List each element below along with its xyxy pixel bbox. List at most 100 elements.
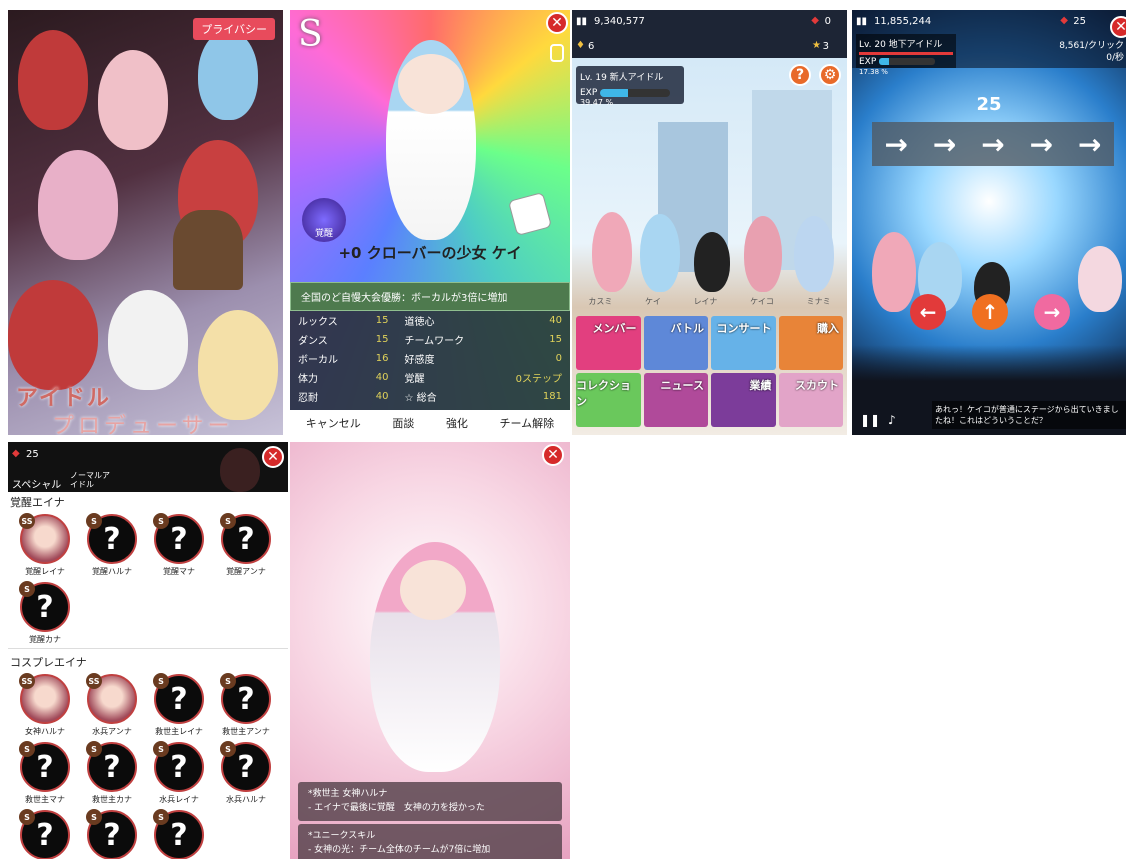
gem-icon: ◆ [1060,15,1068,26]
stat-value: 15 [375,315,389,326]
menu-tile[interactable]: 業績 [711,373,776,427]
interview-button[interactable]: 面談 [392,415,414,431]
stat-label: 忍耐 [298,393,318,404]
locked-icon: ? S [19,809,70,859]
awaken-orb[interactable]: 覚醒 [302,198,346,242]
idol-card-label: 覚醒レイナ [25,567,65,576]
idol-card[interactable]: ? S [16,809,74,859]
money-icon: ▮▮ [856,16,868,27]
stat-label: 道徳心 [404,317,435,328]
bell-icon[interactable]: ♪ [888,413,896,427]
top-bar: ▮▮ 11,855,244 ◆ 25 Lv. 20 地下アイドル EXP 17.… [852,10,1126,76]
idol-card[interactable]: ? S 水兵ハルナ [217,741,275,805]
lock-icon[interactable] [550,44,564,62]
menu-tile[interactable]: スカウト [778,373,843,427]
right-arrow-button[interactable]: → [1034,294,1070,330]
menu-tile-label: ニュース [660,379,704,392]
locked-icon: ? S [19,581,70,632]
rank-badge: S [86,741,102,757]
character-info-screen: ✕ *救世主 女神ハルナ - エイナで最後に覚醒 女神の力を授かった *ユニーク… [290,442,570,859]
character-art [794,216,834,292]
exp-value: 39.47 % [580,98,614,107]
member-name: カスミ [588,297,613,306]
idol-card[interactable]: ? S [83,809,141,859]
bonus-text: 全国のど自慢大会優勝：ボーカルが3倍に増加 [290,282,570,311]
rank-badge: SS [86,673,102,689]
trophy-count: 6 [588,41,595,52]
money-icon: ▮▮ [576,16,588,27]
combo-count: 25 [976,94,1002,115]
menu-tile[interactable]: ニュース [643,373,708,427]
idol-name: +0 クローバーの少女 ケイ [338,244,522,262]
menu-tile[interactable]: 購入 [778,316,843,370]
rank-badge: S [220,741,236,757]
idol-card[interactable]: ? S [150,809,208,859]
rank-badge: S [153,809,169,825]
idol-card-label: 救世主アンナ [222,727,270,736]
top-bar: ▮▮ 9,340,577 ◆ 0 ♦ 6 ★ 3 [572,10,847,58]
arrow-right-icon: → [932,127,957,161]
idol-card[interactable]: ? S 覚醒アンナ [217,513,275,577]
idol-card[interactable]: SS 覚醒レイナ [16,513,74,577]
idol-card-label: 覚醒ハルナ [92,567,132,576]
skill-info-box: *ユニークスキル - 女神の光：チーム全体のチームが7倍に増加 [298,824,562,859]
up-arrow-button[interactable]: ↑ [972,294,1008,330]
enhance-button[interactable]: 強化 [446,415,468,431]
menu-tile[interactable]: コレクション [576,373,641,427]
locked-icon: ? S [153,673,204,724]
menu-tile[interactable]: バトル [643,316,708,370]
character-art [872,232,916,312]
stat-row: 忍耐 40 ☆ 総合 181 [290,387,570,406]
menu-tile[interactable]: メンバー [576,316,641,370]
idol-card[interactable]: ? S 救世主マナ [16,741,74,805]
menu-tile[interactable]: コンサート [711,316,776,370]
close-icon[interactable]: ✕ [546,12,568,34]
idol-portrait: SS [19,513,70,564]
close-icon[interactable]: ✕ [542,444,564,466]
character-art [8,280,98,390]
stat-value: 15 [549,334,562,345]
idol-card[interactable]: SS 女神ハルナ [16,673,74,737]
character-art [18,30,88,130]
left-arrow-button[interactable]: ← [910,294,946,330]
money-value: 9,340,577 [594,16,645,27]
idol-card[interactable]: ? S 覚醒マナ [150,513,208,577]
idol-card[interactable]: SS 水兵アンナ [83,673,141,737]
tab-special[interactable]: スペシャル [12,476,61,491]
idol-card[interactable]: ? S 覚醒ハルナ [83,513,141,577]
stat-value: 0 [555,353,562,364]
stat-value: 15 [375,334,389,345]
member-names: カスミ ケイ レイナ ケイコ ミナミ [572,296,847,307]
close-icon[interactable]: ✕ [262,446,284,468]
menu-tile-label: バトル [670,322,704,335]
dice-icon[interactable] [507,191,553,237]
idol-card[interactable]: ? S 救世主カナ [83,741,141,805]
arrow-right-icon: → [884,127,908,161]
member-name: ミナミ [806,297,831,306]
pause-icon[interactable]: ❚❚ [860,413,880,427]
character-art [220,448,260,492]
team-remove-button[interactable]: チーム解除 [500,415,555,431]
idol-card-label: 救世主レイナ [155,727,203,736]
arrow-right-icon: → [981,127,1005,161]
help-icon[interactable]: ? [789,64,811,86]
privacy-button[interactable]: プライバシー [193,18,275,40]
logo-subtitle: プロデューサー [52,414,234,435]
character-art [592,212,632,292]
idol-card[interactable]: ? S 救世主アンナ [217,673,275,737]
locked-icon: ? S [86,741,137,792]
idol-portrait: SS [86,673,137,724]
tab-normal[interactable]: ノーマルア イドル [70,471,110,490]
level-box: Lv. 19 新人アイドル EXP 39.47 % [576,66,684,107]
gem-icon: ◆ [12,448,20,459]
idol-card[interactable]: ? S 覚醒カナ [16,581,74,645]
settings-icon[interactable]: ⚙ [819,64,841,86]
gem-count: 0 [824,16,831,27]
cancel-button[interactable]: キャンセル [306,415,361,431]
close-icon[interactable]: ✕ [1110,16,1126,38]
gem-icon: ◆ [811,15,819,26]
idol-card[interactable]: ? S 救世主レイナ [150,673,208,737]
title-info-box: *救世主 女神ハルナ - エイナで最後に覚醒 女神の力を授かった [298,782,562,821]
character-art [198,30,258,120]
idol-card[interactable]: ? S 水兵レイナ [150,741,208,805]
